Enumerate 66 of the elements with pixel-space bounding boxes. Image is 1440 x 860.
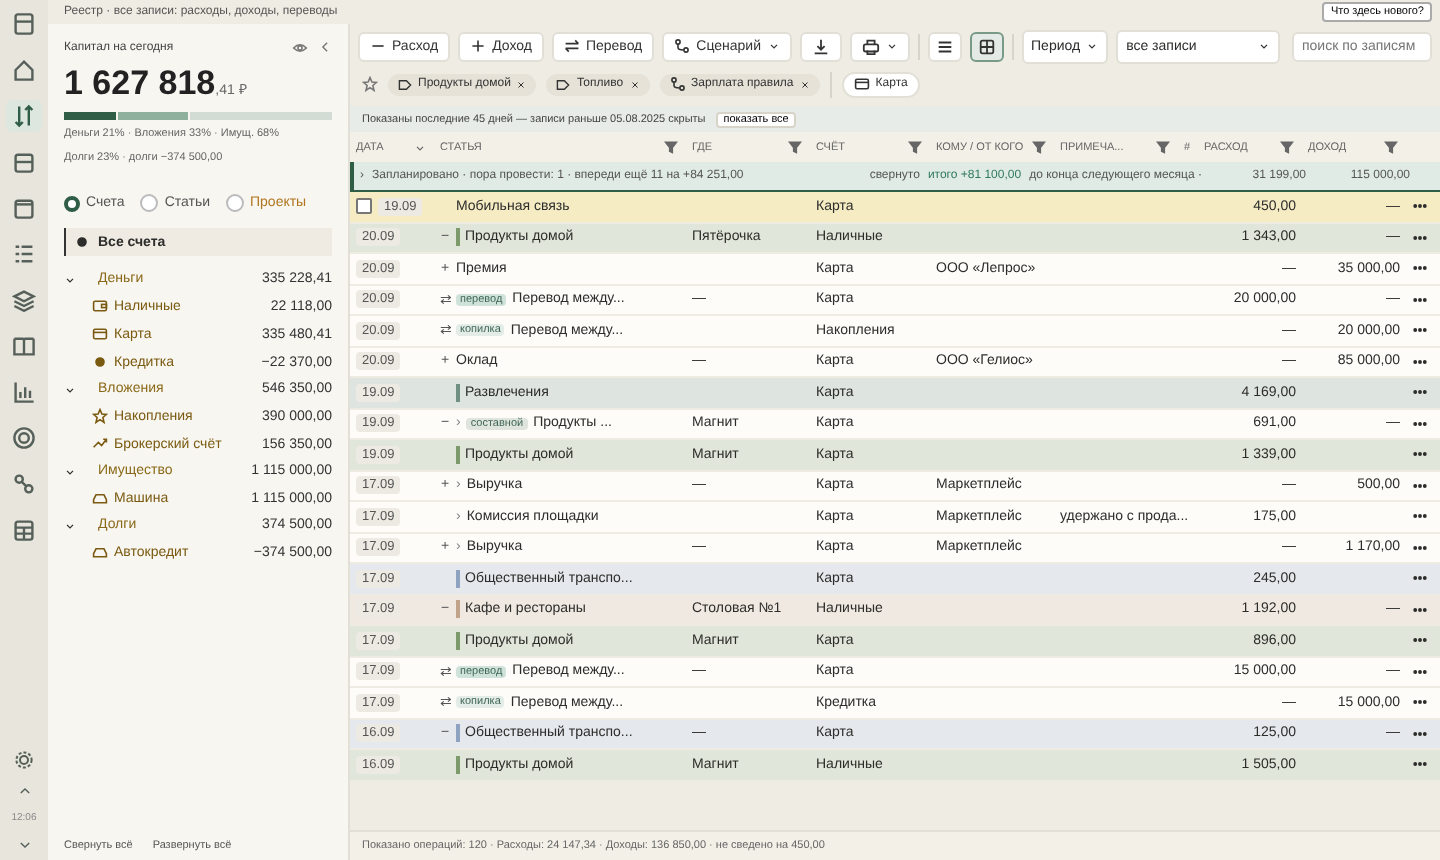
star-icon (92, 408, 108, 425)
radio-button[interactable] (140, 194, 159, 213)
toolbar-button[interactable] (799, 31, 842, 61)
wallet-icon (92, 298, 108, 315)
close-icon (629, 79, 640, 89)
star-icon (362, 76, 378, 92)
chevron-down-icon (17, 838, 31, 852)
list-icon (12, 242, 36, 266)
lifebuoy-icon (12, 426, 36, 450)
card-icon (853, 76, 870, 92)
eye-icon (292, 40, 308, 56)
toolbar-button[interactable] (849, 31, 910, 61)
filter-icon (1156, 140, 1170, 154)
dot-icon (92, 354, 108, 371)
caret-icon (885, 40, 898, 52)
download-icon (811, 37, 830, 55)
branch-icon (674, 38, 691, 54)
radio-button[interactable] (226, 194, 244, 213)
car-icon (92, 490, 108, 507)
chevron-down-icon[interactable] (64, 273, 76, 286)
chevron-down-icon[interactable] (64, 465, 76, 478)
printer-icon (861, 37, 880, 55)
radio-button[interactable] (64, 195, 80, 212)
filter-icon (1384, 140, 1398, 154)
close-icon (799, 79, 810, 89)
calendar-grid-icon (12, 518, 36, 542)
plus-icon (470, 38, 487, 54)
grid-icon (977, 37, 996, 55)
nav-item[interactable] (6, 284, 42, 316)
chevron-down-icon[interactable] (64, 383, 76, 396)
transfer-icon (563, 38, 580, 54)
filter-icon (1280, 140, 1294, 154)
bar-chart-icon (12, 380, 36, 404)
nav-item[interactable] (6, 100, 42, 132)
caret-icon (414, 141, 426, 153)
arrows-icon (12, 104, 36, 128)
dot-icon (74, 234, 90, 251)
caret-icon (1086, 40, 1099, 52)
tag-icon (556, 77, 571, 91)
car-icon (92, 544, 108, 561)
view-toggle[interactable] (969, 31, 1004, 61)
ledger-icon (12, 12, 36, 36)
tag-icon (398, 77, 412, 91)
checkbox[interactable] (356, 198, 372, 215)
caret-icon (1258, 40, 1271, 52)
filter-icon (664, 140, 678, 154)
capital-total: 1 627 818 (64, 64, 216, 104)
filter-icon (908, 140, 922, 154)
filter-icon (1032, 140, 1046, 154)
nodes-icon (12, 472, 36, 496)
list-icon (935, 37, 954, 55)
chevron-up-icon (17, 784, 31, 798)
card-icon (92, 326, 108, 343)
book-icon (12, 334, 36, 358)
settings-icon (14, 750, 34, 770)
caret-icon (767, 40, 780, 52)
close-icon (516, 79, 527, 89)
branch-icon (669, 76, 686, 92)
chevron-left-icon (318, 40, 332, 54)
wallet-icon (12, 150, 36, 174)
calendar-icon (12, 196, 36, 220)
trend-icon (92, 436, 108, 453)
chevron-down-icon[interactable] (64, 519, 76, 532)
layers-icon (12, 288, 36, 312)
home-icon (12, 58, 36, 82)
filter-icon (788, 140, 802, 154)
